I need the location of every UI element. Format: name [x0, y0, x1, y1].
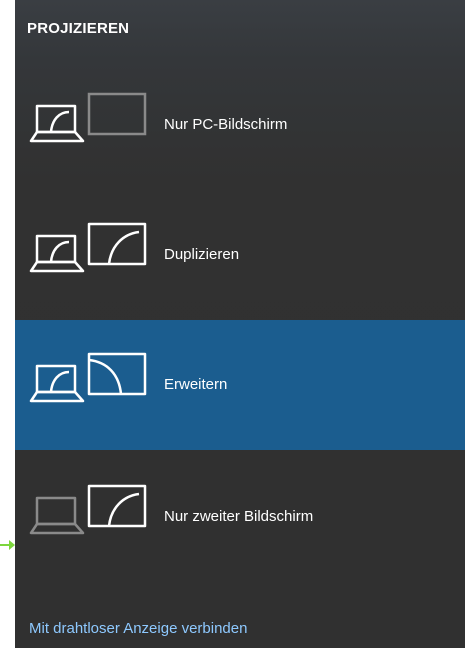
connect-wireless-display-link[interactable]: Mit drahtloser Anzeige verbinden — [29, 620, 247, 637]
page: PROJIZIEREN Nur PC-Bildschirm Dupliziere… — [0, 0, 468, 648]
option-extend[interactable]: Erweitern — [15, 320, 465, 450]
option-label: Erweitern — [164, 376, 228, 393]
option-second-screen-only[interactable]: Nur zweiter Bildschirm — [15, 452, 465, 582]
second-screen-only-icon — [29, 452, 151, 582]
option-duplicate[interactable]: Duplizieren — [15, 190, 465, 320]
option-label: Nur PC-Bildschirm — [164, 116, 288, 133]
panel-title: PROJIZIEREN — [27, 20, 130, 37]
option-pc-screen-only[interactable]: Nur PC-Bildschirm — [15, 60, 465, 190]
extend-icon — [29, 320, 151, 450]
option-label: Duplizieren — [164, 246, 240, 263]
pc-screen-only-icon — [29, 60, 151, 190]
project-panel: PROJIZIEREN Nur PC-Bildschirm Dupliziere… — [15, 0, 465, 648]
option-label: Nur zweiter Bildschirm — [164, 508, 314, 525]
pointer-arrow-icon — [0, 540, 15, 550]
duplicate-icon — [29, 190, 151, 320]
